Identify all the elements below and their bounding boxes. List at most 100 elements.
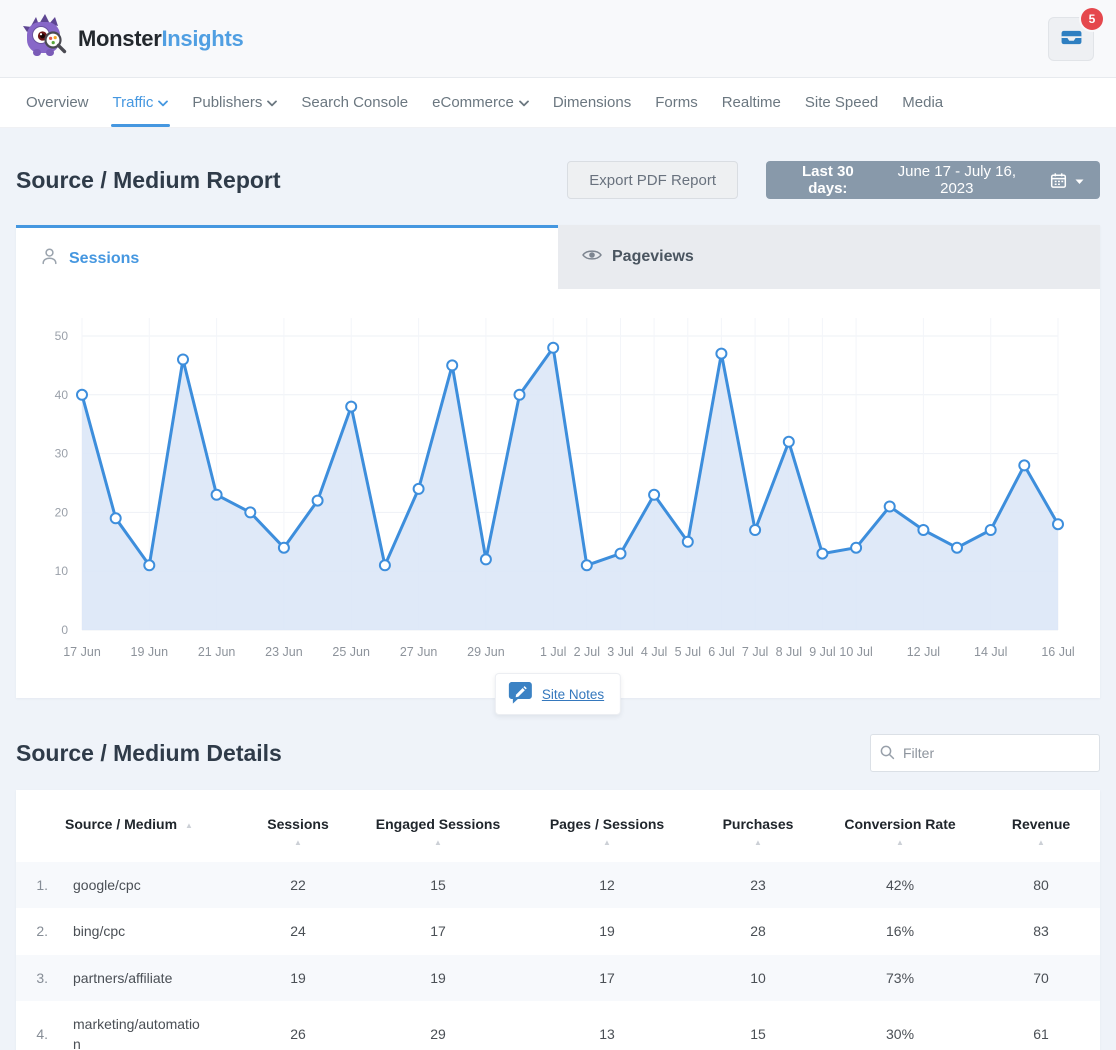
notifications-container: 5 (1048, 17, 1094, 61)
nav-item-forms[interactable]: Forms (643, 78, 710, 127)
notification-count-badge: 5 (1081, 8, 1103, 30)
data-point[interactable] (851, 543, 861, 553)
logo-word-insights: Insights (161, 26, 243, 51)
column-header-purchases[interactable]: Purchases▲ (698, 790, 818, 862)
row-value: 24 (236, 908, 360, 954)
tab-pageviews[interactable]: Pageviews (558, 225, 1100, 289)
data-point[interactable] (313, 496, 323, 506)
column-header-pages-sessions[interactable]: Pages / Sessions▲ (516, 790, 698, 862)
row-source: partners/affiliate (56, 955, 236, 1001)
data-point[interactable] (817, 549, 827, 559)
nav-item-site-speed[interactable]: Site Speed (793, 78, 890, 127)
data-point[interactable] (986, 525, 996, 535)
nav-item-ecommerce[interactable]: eCommerce (420, 78, 541, 127)
nav-item-overview[interactable]: Overview (14, 78, 101, 127)
sort-arrow-icon: ▲ (982, 838, 1100, 848)
data-point[interactable] (481, 554, 491, 564)
data-point[interactable] (548, 343, 558, 353)
site-notes-button[interactable]: Site Notes (495, 673, 621, 715)
x-tick-label: 19 Jun (131, 645, 169, 659)
nav-item-search-console[interactable]: Search Console (289, 78, 420, 127)
data-point[interactable] (380, 560, 390, 570)
filter-input[interactable] (870, 734, 1100, 772)
monster-mascot-icon (22, 13, 68, 64)
x-tick-label: 2 Jul (574, 645, 600, 659)
tab-sessions[interactable]: Sessions (16, 225, 558, 289)
area-fill (82, 348, 1058, 630)
column-label: Sessions (267, 816, 328, 832)
nav-item-label: Forms (655, 94, 698, 111)
x-tick-label: 27 Jun (400, 645, 438, 659)
data-point[interactable] (144, 560, 154, 570)
column-header-sessions[interactable]: Sessions ▲ (236, 790, 360, 862)
row-source: google/cpc (56, 862, 236, 908)
data-point[interactable] (447, 360, 457, 370)
data-point[interactable] (245, 507, 255, 517)
report-header: Source / Medium Report Export PDF Report… (16, 161, 1100, 199)
data-point[interactable] (1019, 460, 1029, 470)
chevron-down-icon (267, 100, 277, 107)
data-point[interactable] (515, 390, 525, 400)
column-header-engaged-sessions[interactable]: Engaged Sessions▲ (360, 790, 516, 862)
row-rank: 2. (16, 908, 56, 954)
data-point[interactable] (279, 543, 289, 553)
data-point[interactable] (918, 525, 928, 535)
data-point[interactable] (212, 490, 222, 500)
data-point[interactable] (1053, 519, 1063, 529)
nav-item-label: Realtime (722, 94, 781, 111)
sort-arrow-icon: ▲ (516, 838, 698, 848)
data-point[interactable] (111, 513, 121, 523)
sessions-chart: 0102030405017 Jun19 Jun21 Jun23 Jun25 Ju… (16, 289, 1100, 698)
data-point[interactable] (649, 490, 659, 500)
nav-item-realtime[interactable]: Realtime (710, 78, 793, 127)
data-point[interactable] (616, 549, 626, 559)
data-point[interactable] (683, 537, 693, 547)
row-value: 19 (516, 908, 698, 954)
row-value: 30% (818, 1001, 982, 1050)
nav-item-label: eCommerce (432, 94, 514, 111)
data-point[interactable] (178, 355, 188, 365)
column-header-conversion-rate[interactable]: Conversion Rate▲ (818, 790, 982, 862)
nav-item-traffic[interactable]: Traffic (101, 78, 181, 127)
row-value: 70 (982, 955, 1100, 1001)
nav-item-label: Dimensions (553, 94, 631, 111)
sessions-report-card: Sessions Pageviews 0102030405017 Jun19 J… (16, 225, 1100, 698)
data-point[interactable] (750, 525, 760, 535)
nav-item-publishers[interactable]: Publishers (180, 78, 289, 127)
data-point[interactable] (716, 349, 726, 359)
column-header-source-medium[interactable]: Source / Medium▲ (16, 790, 236, 862)
nav-item-label: Overview (26, 94, 89, 111)
details-table-card: Source / Medium▲Sessions▲Engaged Session… (16, 790, 1100, 1050)
export-pdf-button[interactable]: Export PDF Report (567, 161, 738, 199)
x-tick-label: 4 Jul (641, 645, 667, 659)
row-value: 10 (698, 955, 818, 1001)
data-point[interactable] (784, 437, 794, 447)
data-point[interactable] (414, 484, 424, 494)
row-rank: 3. (16, 955, 56, 1001)
y-tick-label: 40 (55, 388, 69, 402)
data-point[interactable] (952, 543, 962, 553)
data-point[interactable] (346, 402, 356, 412)
logo-word-monster: Monster (78, 26, 161, 51)
data-point[interactable] (885, 502, 895, 512)
chevron-down-icon (158, 100, 168, 107)
data-point[interactable] (77, 390, 87, 400)
x-tick-label: 10 Jul (839, 645, 872, 659)
date-range-button[interactable]: Last 30 days: June 17 - July 16, 2023 (766, 161, 1100, 199)
nav-item-media[interactable]: Media (890, 78, 955, 127)
data-point[interactable] (582, 560, 592, 570)
metric-tabs: Sessions Pageviews (16, 225, 1100, 289)
column-label: Purchases (723, 816, 794, 832)
person-icon (40, 247, 59, 271)
x-tick-label: 29 Jun (467, 645, 505, 659)
monsterinsights-logo: MonsterInsights (22, 13, 243, 64)
main-nav: Overview Traffic Publishers Search Console e… (0, 78, 1116, 128)
sort-arrow-icon: ▲ (236, 838, 360, 848)
logo-wordmark: MonsterInsights (78, 26, 243, 52)
row-value: 19 (236, 955, 360, 1001)
nav-item-label: Publishers (192, 94, 262, 111)
x-tick-label: 21 Jun (198, 645, 236, 659)
nav-item-dimensions[interactable]: Dimensions (541, 78, 643, 127)
column-header-revenue[interactable]: Revenue▲ (982, 790, 1100, 862)
table-row: 2.bing/cpc2417192816%83 (16, 908, 1100, 954)
